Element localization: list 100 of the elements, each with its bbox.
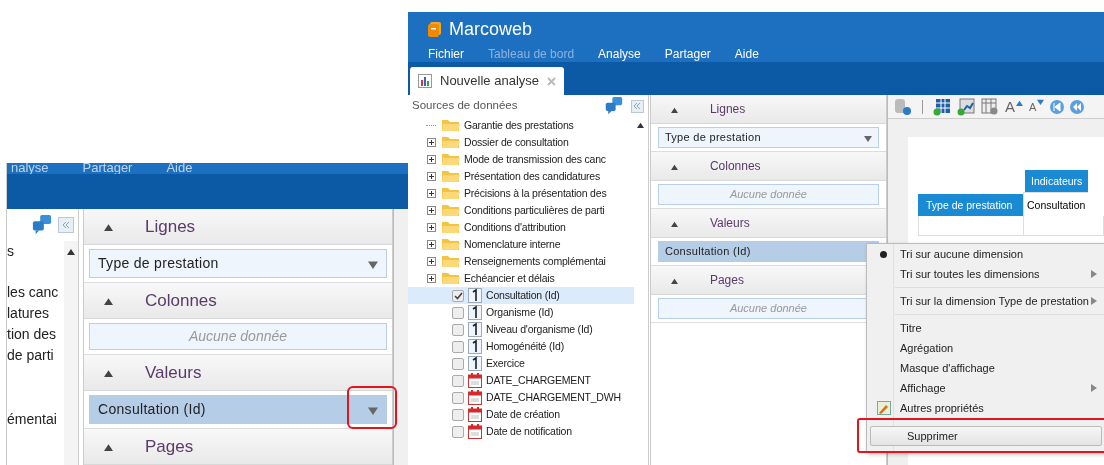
- tree-row[interactable]: Nomenclature interne: [408, 236, 634, 253]
- collapse-button[interactable]: [630, 99, 644, 113]
- section-header[interactable]: Valeurs: [84, 355, 392, 391]
- tree-item-label[interactable]: émentai: [7, 409, 64, 430]
- field-pill[interactable]: Consultation (Id): [89, 395, 387, 424]
- section-title: Valeurs: [709, 215, 750, 232]
- tree-item-label[interactable]: s: [7, 241, 64, 262]
- expand-plus-icon[interactable]: [427, 189, 436, 198]
- tree-row[interactable]: Présentation des candidatures: [408, 168, 634, 185]
- section-title: Colonnes: [709, 158, 761, 175]
- checkbox[interactable]: [452, 289, 464, 302]
- placeholder-text: Aucune donnée: [729, 187, 807, 203]
- menu-item[interactable]: Analyse: [598, 45, 641, 63]
- tree-row[interactable]: Echéancier et délais: [408, 270, 634, 287]
- menu-item[interactable]: Autres propriétés: [867, 398, 1104, 418]
- expand-plus-icon[interactable]: [427, 155, 436, 164]
- app-logo-icon: [428, 22, 441, 37]
- tree-row[interactable]: Renseignements complémentai: [408, 253, 634, 270]
- expand-plus-icon[interactable]: [427, 138, 436, 147]
- field-label: Consultation (Id): [98, 400, 206, 419]
- menu-item[interactable]: Aide: [734, 45, 759, 63]
- first-page-icon[interactable]: [1050, 97, 1065, 116]
- folder-icon: [442, 238, 460, 251]
- scroll-up-icon: [637, 121, 645, 128]
- menu-item[interactable]: Masque d'affichage: [867, 358, 1104, 378]
- tree-row[interactable]: Conditions particulières de parti: [408, 202, 634, 219]
- expand-plus-icon[interactable]: [427, 172, 436, 181]
- field-label: Consultation (Id): [664, 244, 751, 260]
- expand-plus-icon[interactable]: [427, 257, 436, 266]
- checkbox[interactable]: [452, 357, 464, 370]
- field-label: Type de prestation: [664, 130, 761, 146]
- tree-row[interactable]: Niveau d'organisme (Id): [408, 321, 634, 338]
- tree-row[interactable]: Précisions à la présentation des: [408, 185, 634, 202]
- section-title: Pages: [145, 435, 194, 458]
- tree-item-label: Renseignements complémentai: [464, 253, 606, 269]
- section-header[interactable]: Valeurs: [650, 209, 886, 238]
- section-header[interactable]: Lignes: [84, 209, 392, 245]
- tree-item-label[interactable]: latures: [7, 303, 64, 324]
- font-decrease-button[interactable]: A: [1029, 97, 1045, 116]
- menu-item[interactable]: Affichage: [867, 378, 1104, 398]
- tree-row[interactable]: Exercice: [408, 355, 634, 372]
- font-increase-button[interactable]: A: [1005, 98, 1023, 115]
- field-pill[interactable]: Type de prestation: [89, 249, 387, 278]
- section-header[interactable]: Colonnes: [650, 152, 886, 181]
- checkbox[interactable]: [452, 425, 464, 438]
- previous-page-icon[interactable]: [1070, 97, 1085, 116]
- chat-bubbles-icon[interactable]: [604, 97, 623, 115]
- tree-item-label: Conditions particulières de parti: [464, 202, 605, 218]
- tree-row[interactable]: Date de création: [408, 406, 634, 423]
- menu-item[interactable]: Titre: [867, 318, 1104, 338]
- field-pill[interactable]: Type de prestation: [657, 127, 879, 148]
- section-header[interactable]: Pages: [84, 429, 392, 465]
- section-header[interactable]: Colonnes: [84, 283, 392, 319]
- checkbox[interactable]: [452, 306, 464, 319]
- expand-plus-icon[interactable]: [427, 274, 436, 283]
- checkbox[interactable]: [452, 391, 464, 404]
- menu-item[interactable]: Agrégation: [867, 338, 1104, 358]
- tree-row[interactable]: Organisme (Id): [408, 304, 634, 321]
- add-chart-icon[interactable]: [957, 97, 975, 116]
- tree-row[interactable]: Garantie des prestations: [408, 117, 634, 134]
- expand-plus-icon[interactable]: [427, 223, 436, 232]
- tree-row[interactable]: Conditions d'attribution: [408, 219, 634, 236]
- expand-plus-icon[interactable]: [427, 240, 436, 249]
- section-title: Lignes: [145, 215, 196, 238]
- panel-title: Sources de données: [412, 98, 518, 114]
- tab[interactable]: Nouvelle analyse: [410, 67, 564, 95]
- checkbox[interactable]: [452, 374, 464, 387]
- tree-item-label: Garantie des prestations: [464, 117, 574, 133]
- tree-row[interactable]: Consultation (Id): [408, 287, 634, 304]
- tab-label: Nouvelle analyse: [440, 72, 539, 91]
- tree-item-label[interactable]: de parti: [7, 345, 64, 366]
- number-one-icon: [468, 305, 482, 320]
- tree-row[interactable]: Homogénéité (Id): [408, 338, 634, 355]
- tree-row[interactable]: Date de notification: [408, 423, 634, 440]
- menu-item[interactable]: Partager: [664, 45, 711, 63]
- grid-settings-icon[interactable]: [981, 97, 999, 116]
- chat-bubbles-icon[interactable]: [32, 215, 52, 235]
- menu-item[interactable]: Fichier: [428, 45, 464, 63]
- folder-icon: [442, 170, 460, 183]
- tree-item-label[interactable]: tion des: [7, 324, 64, 345]
- expand-plus-icon[interactable]: [427, 206, 436, 215]
- number-one-icon: [468, 339, 482, 354]
- tree-item-label: Niveau d'organisme (Id): [486, 321, 593, 337]
- checkbox[interactable]: [452, 323, 464, 336]
- section-header[interactable]: Lignes: [650, 95, 886, 124]
- folder-icon: [442, 204, 460, 217]
- checkbox[interactable]: [452, 408, 464, 421]
- number-one-icon: [468, 322, 482, 337]
- add-table-icon[interactable]: [933, 97, 951, 116]
- checkmark-icon: [453, 291, 463, 300]
- tree-row[interactable]: Dossier de consultation: [408, 134, 634, 151]
- tree-row[interactable]: DATE_CHARGEMENT_DWH: [408, 389, 634, 406]
- field-pill[interactable]: Consultation (Id): [657, 241, 879, 262]
- collapse-button[interactable]: [58, 217, 74, 233]
- tree-row[interactable]: Mode de transmission des canc: [408, 151, 634, 168]
- tree-item-label: Echéancier et délais: [464, 270, 555, 286]
- tree-row[interactable]: DATE_CHARGEMENT: [408, 372, 634, 389]
- tree-item-label[interactable]: les canc: [7, 282, 64, 303]
- checkbox[interactable]: [452, 340, 464, 353]
- menu-item[interactable]: Supprimer: [870, 426, 1102, 447]
